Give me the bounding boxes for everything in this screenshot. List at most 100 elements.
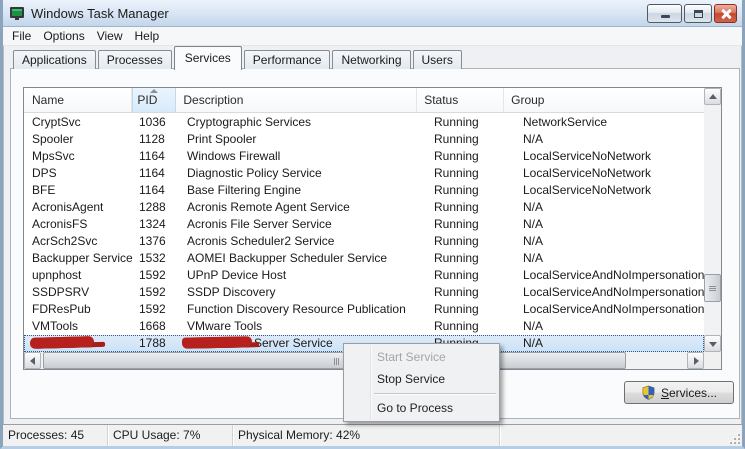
cell-group: NetworkService — [516, 114, 704, 131]
cell-group: N/A — [516, 335, 704, 352]
cell-text: AcronisAgent — [32, 200, 104, 214]
cell-desc: VMware Tools — [180, 318, 427, 335]
menu-item-start-service[interactable]: Start Service — [345, 346, 498, 368]
cell-text: N/A — [523, 132, 544, 146]
task-manager-window: Windows Task Manager File Options View Help… — [0, 0, 745, 449]
horizontal-scroll-thumb[interactable] — [43, 352, 626, 369]
table-row[interactable]: DPS 1164 Diagnostic Policy Service Running L… — [24, 165, 704, 182]
cell-text: N/A — [523, 251, 544, 265]
table-row[interactable]: AcronisFS 1324 Acronis File Server Service… — [24, 216, 704, 233]
cell-text: N/A — [523, 217, 544, 231]
cell-name: MpsSvc — [24, 148, 135, 165]
table-row[interactable]: FDResPub 1592 Function Discovery Resource … — [24, 301, 704, 318]
cell-status: Running — [427, 165, 516, 182]
cell-desc: Windows Firewall — [180, 148, 427, 165]
tab-networking[interactable]: Networking — [332, 50, 411, 69]
cell-text: N/A — [523, 234, 544, 248]
cell-text: Windows Firewall — [187, 149, 281, 163]
close-button[interactable] — [714, 4, 737, 23]
table-row[interactable]: BFE 1164 Base Filtering Engine Running Local… — [24, 182, 704, 199]
cell-text: Print Spooler — [187, 132, 257, 146]
cell-text: Running — [434, 166, 479, 180]
scroll-left-button[interactable] — [24, 352, 41, 369]
minimize-button[interactable] — [647, 4, 682, 23]
cell-group: LocalServiceNoNetwork — [516, 165, 704, 182]
cell-pid: 1532 — [135, 250, 180, 267]
cell-text: Diagnostic Policy Service — [187, 166, 322, 180]
cell-text: AcronisFS — [32, 217, 88, 231]
cell-desc: Base Filtering Engine — [180, 182, 427, 199]
menu-file[interactable]: File — [6, 27, 37, 45]
status-processes: Processes: 45 — [3, 425, 108, 446]
cell-group: N/A — [516, 216, 704, 233]
cell-pid: 1788 — [135, 335, 180, 352]
column-header-pid[interactable]: PID — [132, 88, 177, 112]
scroll-down-button[interactable] — [704, 335, 721, 352]
cell-group: LocalServiceAndNoImpersonation — [516, 284, 704, 301]
cell-text: LocalServiceAndNoImpersonation — [523, 268, 704, 282]
vertical-scroll-thumb[interactable] — [704, 274, 721, 302]
menu-view[interactable]: View — [91, 27, 129, 45]
cell-group: LocalServiceAndNoImpersonation — [516, 267, 704, 284]
maximize-button[interactable] — [684, 4, 712, 23]
cell-pid: 1376 — [135, 233, 180, 250]
table-row[interactable]: AcrSch2Svc 1376 Acronis Scheduler2 Service… — [24, 233, 704, 250]
column-header-group[interactable]: Group — [504, 88, 704, 112]
menu-help[interactable]: Help — [129, 27, 166, 45]
vertical-scrollbar[interactable] — [704, 88, 721, 352]
tab-performance[interactable]: Performance — [243, 50, 331, 69]
tab-users[interactable]: Users — [412, 50, 462, 69]
cell-name — [24, 335, 135, 352]
cell-name: AcronisFS — [24, 216, 135, 233]
cell-name: Backupper Service — [24, 250, 135, 267]
window-controls — [647, 4, 737, 23]
sort-ascending-icon — [150, 89, 159, 93]
cell-text: CryptSvc — [32, 115, 81, 129]
scroll-right-button[interactable] — [687, 352, 704, 369]
column-header-description[interactable]: Description — [176, 88, 418, 112]
tab-services[interactable]: Services — [173, 46, 242, 70]
menu-item-go-to-process[interactable]: Go to Process — [345, 397, 498, 419]
cell-text: Acronis File Server Service — [187, 217, 332, 231]
cell-text: 1164 — [139, 166, 165, 180]
cell-pid: 1324 — [135, 216, 180, 233]
cell-text: AOMEI Backupper Scheduler Service — [187, 251, 388, 265]
table-row[interactable]: AcronisAgent 1288 Acronis Remote Agent Ser… — [24, 199, 704, 216]
cell-status: Running — [427, 284, 516, 301]
title-bar[interactable]: Windows Task Manager — [3, 0, 742, 27]
context-menu: Start Service Stop Service Go to Process — [343, 343, 500, 422]
tab-applications[interactable]: Applications — [13, 50, 96, 69]
table-row[interactable]: MpsSvc 1164 Windows Firewall Running LocalSe… — [24, 148, 704, 165]
cell-text: BFE — [32, 183, 56, 197]
cell-text: VMTools — [32, 319, 79, 333]
services-button[interactable]: Services... — [624, 381, 734, 404]
cell-group: N/A — [516, 318, 704, 335]
cell-text: DPS — [32, 166, 57, 180]
menu-options[interactable]: Options — [37, 27, 90, 45]
cell-desc: Acronis Remote Agent Service — [180, 199, 427, 216]
cell-name: CryptSvc — [24, 114, 135, 131]
tab-processes[interactable]: Processes — [97, 50, 172, 69]
table-row[interactable]: CryptSvc 1036 Cryptographic Services Runnin… — [24, 114, 704, 131]
column-header-name[interactable]: Name — [24, 88, 133, 112]
scroll-up-button[interactable] — [704, 88, 721, 105]
table-row[interactable]: Spooler 1128 Print Spooler Running N/A — [24, 131, 704, 148]
cell-pid: 1592 — [135, 301, 180, 318]
cell-status: Running — [427, 199, 516, 216]
cell-desc: Acronis File Server Service — [180, 216, 427, 233]
cell-name: BFE — [24, 182, 135, 199]
services-table: Name PID Description Status Group CryptS… — [23, 87, 722, 370]
menu-item-stop-service[interactable]: Stop Service — [345, 368, 498, 390]
table-row[interactable]: upnphost 1592 UPnP Device Host Running Local… — [24, 267, 704, 284]
table-row[interactable]: Backupper Service 1532 AOMEI Backupper Sch… — [24, 250, 704, 267]
cell-text: 1788 — [139, 336, 166, 350]
cell-name: FDResPub — [24, 301, 135, 318]
cell-pid: 1288 — [135, 199, 180, 216]
resize-grip[interactable] — [728, 432, 740, 444]
cell-group: N/A — [516, 131, 704, 148]
cell-text: Running — [434, 234, 479, 248]
table-row[interactable]: SSDPSRV 1592 SSDP Discovery Running LocalSer… — [24, 284, 704, 301]
table-row[interactable]: VMTools 1668 VMware Tools Running N/A — [24, 318, 704, 335]
column-header-status[interactable]: Status — [417, 88, 505, 112]
cell-status: Running — [427, 233, 516, 250]
